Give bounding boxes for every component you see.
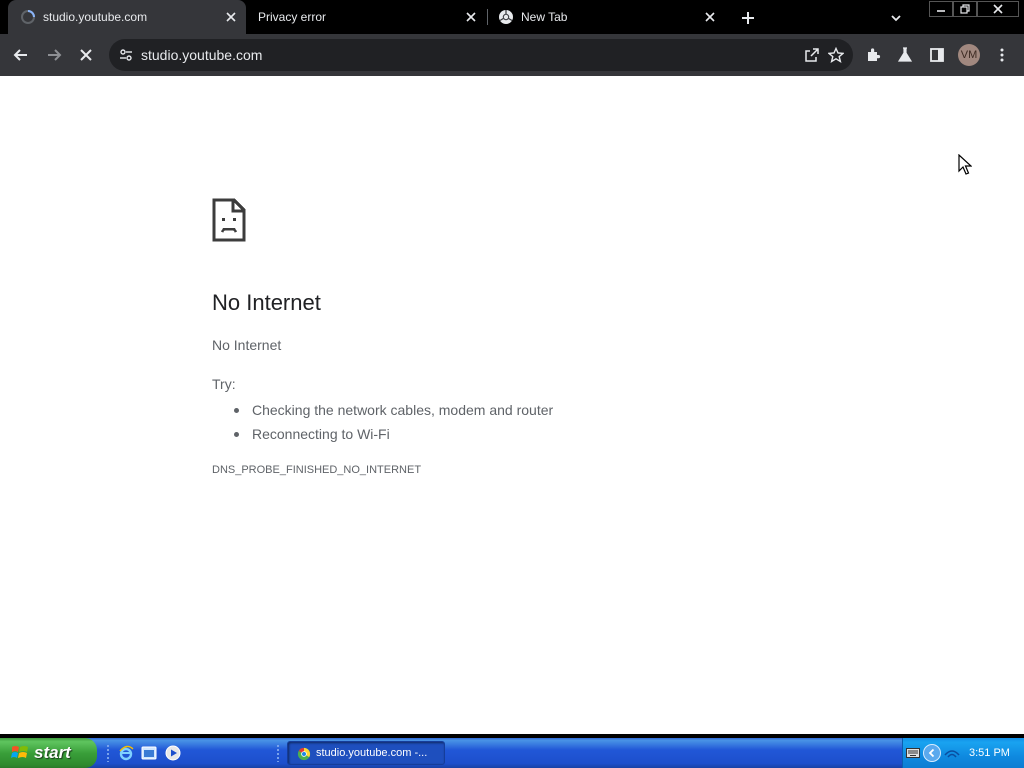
chrome-icon: [498, 9, 514, 25]
keyboard-icon[interactable]: [905, 746, 921, 760]
bookmark-star-icon[interactable]: [827, 46, 845, 64]
show-hidden-icons-icon[interactable]: [923, 744, 941, 762]
network-icon[interactable]: [943, 745, 961, 761]
taskbar-grip: [106, 744, 110, 762]
extensions-icon[interactable]: [864, 46, 882, 64]
site-settings-icon[interactable]: [118, 47, 134, 63]
suggestion-item: Reconnecting to Wi-Fi: [234, 422, 553, 446]
taskbar-window-label: studio.youtube.com -...: [316, 747, 428, 759]
chrome-icon: [296, 746, 312, 762]
tab-close-button[interactable]: [462, 8, 480, 26]
stop-loading-icon[interactable]: [75, 45, 97, 65]
tab-search-button[interactable]: [886, 8, 906, 28]
side-panel-icon[interactable]: [928, 46, 946, 64]
tab-new-tab[interactable]: New Tab: [488, 0, 728, 34]
windows-taskbar: start studio.youtube.com -... 3:51 PM: [0, 738, 1024, 768]
labs-flask-icon[interactable]: [896, 46, 914, 64]
mouse-cursor-icon: [957, 153, 973, 177]
profile-avatar[interactable]: VM: [958, 44, 980, 66]
windows-explorer-icon[interactable]: [140, 744, 158, 762]
ie-icon[interactable]: [117, 744, 135, 762]
media-player-icon[interactable]: [164, 744, 182, 762]
forward-icon[interactable]: [43, 45, 65, 65]
profile-initials: VM: [960, 49, 978, 61]
chrome-menu-icon[interactable]: [995, 45, 1009, 65]
loading-spinner-icon: [20, 9, 36, 25]
tab-privacy-error[interactable]: Privacy error: [246, 0, 486, 34]
taskbar-grip: [276, 744, 280, 762]
taskbar-window-button[interactable]: studio.youtube.com -...: [287, 741, 445, 765]
address-bar[interactable]: studio.youtube.com: [109, 39, 853, 71]
tab-close-button[interactable]: [701, 8, 719, 26]
minimize-button[interactable]: [929, 1, 953, 17]
error-code: DNS_PROBE_FINISHED_NO_INTERNET: [212, 464, 422, 476]
windows-logo-icon: [10, 744, 30, 762]
tab-close-button[interactable]: [222, 8, 240, 26]
tab-title: New Tab: [521, 10, 568, 24]
suggestions-list: Checking the network cables, modem and r…: [234, 398, 553, 446]
page-content: No Internet No Internet Try: Checking th…: [0, 76, 1024, 734]
tab-title: Privacy error: [258, 10, 327, 24]
start-button[interactable]: start: [0, 738, 97, 768]
back-icon[interactable]: [10, 45, 32, 65]
error-title: No Internet: [212, 290, 321, 315]
tab-title: studio.youtube.com: [43, 10, 148, 24]
share-icon[interactable]: [803, 47, 821, 63]
browser-toolbar: studio.youtube.com VM: [0, 34, 1024, 76]
error-subtitle: No Internet: [212, 337, 282, 353]
desktop-screen: studio.youtube.com Privacy error New Tab: [0, 0, 1024, 768]
restore-button[interactable]: [953, 1, 977, 17]
close-window-button[interactable]: [977, 1, 1019, 17]
system-tray: 3:51 PM: [902, 738, 1024, 768]
tab-strip: studio.youtube.com Privacy error New Tab: [0, 0, 1024, 34]
tab-studio-youtube[interactable]: studio.youtube.com: [8, 0, 246, 34]
taskbar-clock: 3:51 PM: [969, 747, 1010, 759]
start-label: start: [34, 743, 71, 762]
url-text: studio.youtube.com: [141, 47, 263, 63]
try-label: Try:: [212, 376, 236, 392]
new-tab-button[interactable]: [738, 8, 758, 28]
suggestion-item: Checking the network cables, modem and r…: [234, 398, 553, 422]
sad-document-icon: [212, 198, 246, 242]
